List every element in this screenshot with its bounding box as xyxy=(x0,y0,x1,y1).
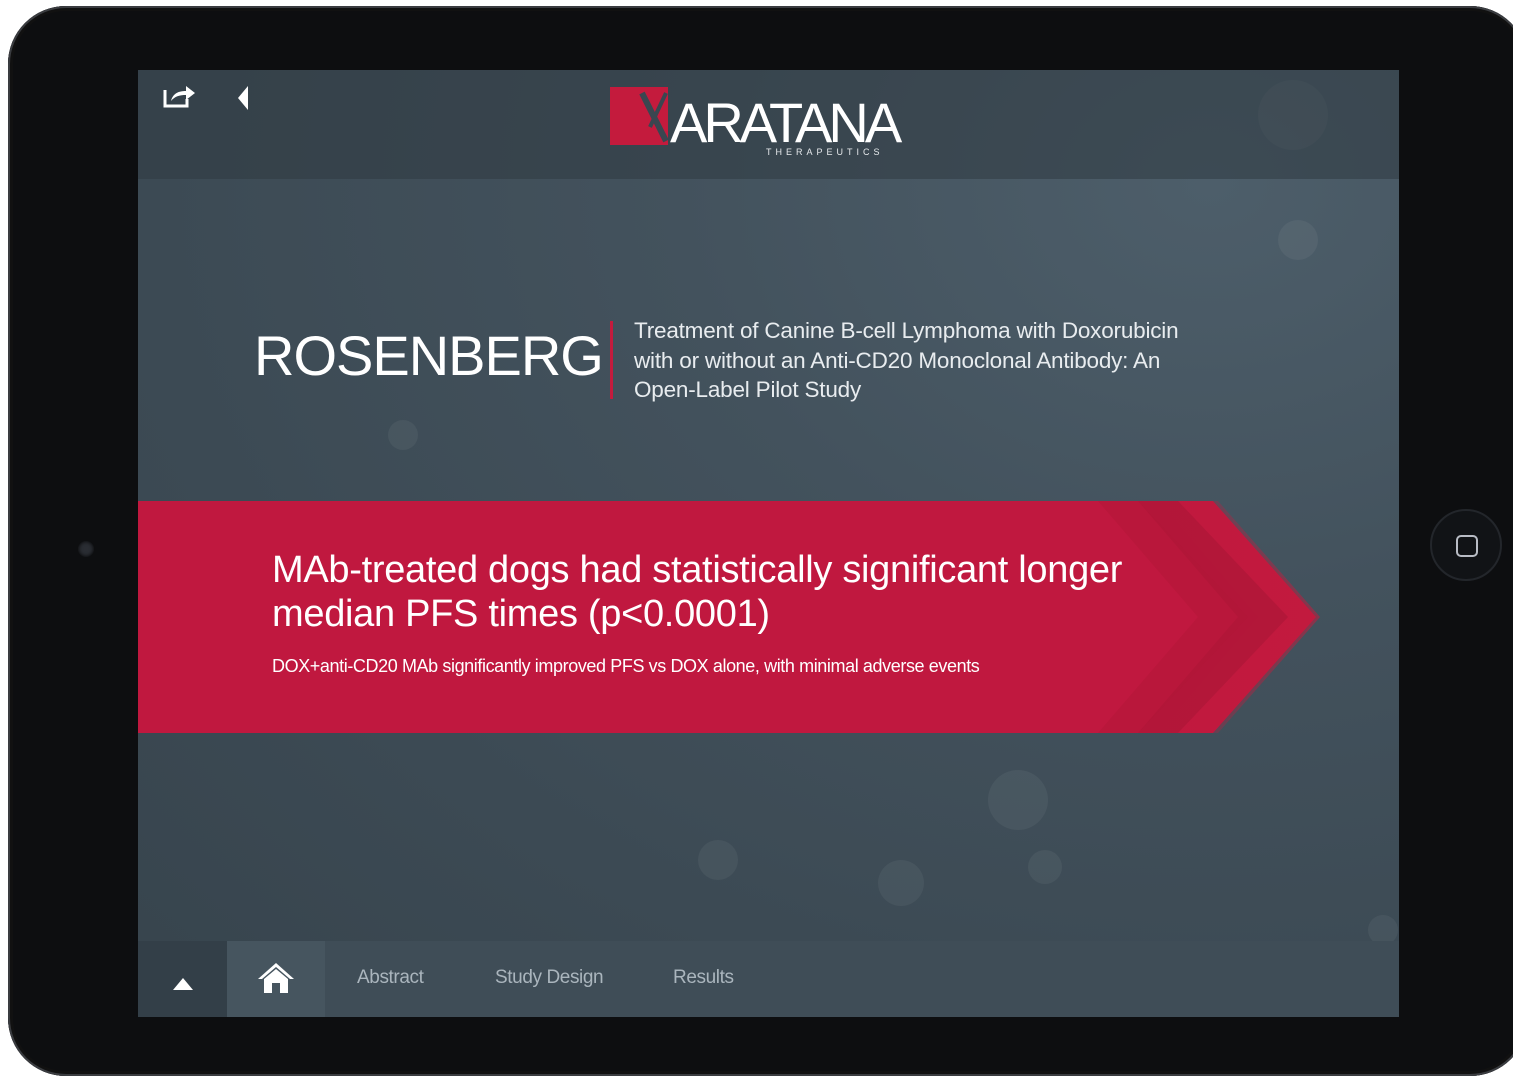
expand-menu-button[interactable] xyxy=(138,941,227,1017)
study-title: Treatment of Canine B-cell Lymphoma with… xyxy=(634,318,1179,402)
logo-name: ARATANA xyxy=(670,91,902,154)
nav-abstract[interactable]: Abstract xyxy=(357,967,424,989)
bokeh-light xyxy=(698,840,738,880)
app-screen: ARATANA THERAPEUTICS ROSENBERG Treatment… xyxy=(138,70,1399,1017)
top-bar: ARATANA THERAPEUTICS xyxy=(138,70,1399,179)
aratana-logo: ARATANA THERAPEUTICS xyxy=(610,85,920,163)
banner-headline: MAb-treated dogs had statistically signi… xyxy=(272,549,1123,635)
home-icon xyxy=(258,963,294,993)
title-divider xyxy=(610,321,613,399)
bokeh-light xyxy=(988,770,1048,830)
bokeh-light xyxy=(878,860,924,906)
device-home-button[interactable] xyxy=(1430,509,1502,581)
nav-results[interactable]: Results xyxy=(673,967,734,989)
bokeh-light xyxy=(1278,220,1318,260)
back-triangle-icon[interactable] xyxy=(234,84,254,112)
bokeh-light xyxy=(1028,850,1062,884)
share-icon[interactable] xyxy=(162,82,198,112)
logo-mark xyxy=(610,87,669,145)
bokeh-light xyxy=(388,420,418,450)
banner-subline: DOX+anti-CD20 MAb significantly improved… xyxy=(272,656,980,676)
bottom-nav: Abstract Study Design Results xyxy=(138,941,1399,1017)
front-camera xyxy=(78,541,94,557)
logo-tagline: THERAPEUTICS xyxy=(766,147,884,157)
home-tab[interactable] xyxy=(227,941,325,1017)
up-triangle-icon xyxy=(173,978,193,990)
nav-study-design[interactable]: Study Design xyxy=(495,967,604,989)
study-author: ROSENBERG xyxy=(254,324,604,387)
home-square-icon xyxy=(1456,535,1478,557)
